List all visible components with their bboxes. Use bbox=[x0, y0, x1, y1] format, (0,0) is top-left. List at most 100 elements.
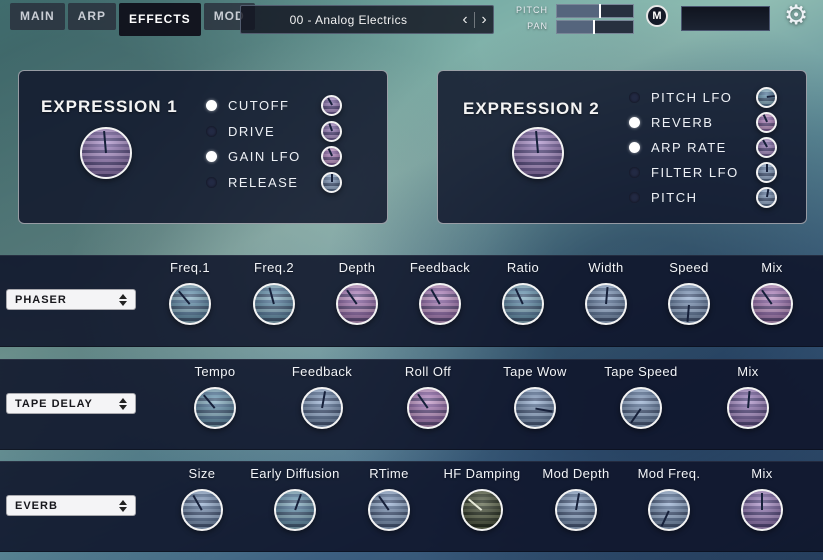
expression-2-panel: EXPRESSION 2 PITCH LFO REVERB ARP RATE F… bbox=[437, 70, 807, 224]
expression-2-knob[interactable] bbox=[512, 127, 564, 179]
tape-wow-knob[interactable] bbox=[514, 387, 556, 429]
knob-label: HF Damping bbox=[435, 466, 529, 481]
mono-button[interactable]: M bbox=[646, 5, 668, 27]
expression-2-item-pitch-lfo[interactable]: PITCH LFO bbox=[629, 85, 777, 109]
expression-2-item-filter-lfo[interactable]: FILTER LFO bbox=[629, 160, 777, 184]
tab-effects[interactable]: EFFECTS bbox=[119, 3, 201, 36]
early-diffusion-knob[interactable] bbox=[274, 489, 316, 531]
effect-select-label: PHASER bbox=[15, 294, 67, 306]
rtime-knob[interactable] bbox=[368, 489, 410, 531]
tape-delay-effect-select[interactable]: TAPE DELAY bbox=[6, 393, 136, 414]
tape-speed-knob[interactable] bbox=[620, 387, 662, 429]
radio-dot[interactable] bbox=[629, 167, 640, 178]
tab-arp[interactable]: ARP bbox=[68, 3, 116, 30]
knob-label: Mod Freq. bbox=[622, 466, 716, 481]
pitch-label: PITCH bbox=[500, 5, 548, 15]
knob-tape-speed: Tape Speed bbox=[591, 364, 691, 429]
filter-lfo-amount-knob[interactable] bbox=[756, 162, 777, 183]
expression-1-item-cutoff[interactable]: CUTOFF bbox=[206, 93, 342, 117]
expression-1-title: EXPRESSION 1 bbox=[41, 97, 178, 117]
pitch-amount-knob[interactable] bbox=[756, 187, 777, 208]
mix-knob[interactable] bbox=[751, 283, 793, 325]
mix-knob[interactable] bbox=[741, 489, 783, 531]
item-label: REVERB bbox=[651, 115, 756, 130]
knob-ratio: Ratio bbox=[481, 260, 565, 325]
knob-hf-damping: HF Damping bbox=[435, 466, 529, 531]
tempo-knob[interactable] bbox=[194, 387, 236, 429]
gear-icon[interactable]: ⚙ bbox=[784, 0, 808, 31]
knob-freq1: Freq.1 bbox=[148, 260, 232, 325]
knob-depth: Depth bbox=[315, 260, 399, 325]
pan-slider[interactable] bbox=[556, 20, 634, 34]
pitch-slider-handle[interactable] bbox=[599, 4, 601, 18]
knob-mix: Mix bbox=[715, 466, 809, 531]
radio-dot[interactable] bbox=[629, 142, 640, 153]
gain-lfo-amount-knob[interactable] bbox=[321, 146, 342, 167]
radio-dot[interactable] bbox=[629, 117, 640, 128]
knob-label: Freq.1 bbox=[148, 260, 232, 275]
pan-slider-handle[interactable] bbox=[593, 20, 595, 34]
pitch-slider[interactable] bbox=[556, 4, 634, 18]
size-knob[interactable] bbox=[181, 489, 223, 531]
arp-rate-amount-knob[interactable] bbox=[756, 137, 777, 158]
expression-1-item-release[interactable]: RELEASE bbox=[206, 170, 342, 194]
pitch-slider-fill bbox=[557, 5, 599, 17]
roll-off-knob[interactable] bbox=[407, 387, 449, 429]
knob-label: Mix bbox=[698, 364, 798, 379]
depth-knob[interactable] bbox=[336, 283, 378, 325]
mod-depth-knob[interactable] bbox=[555, 489, 597, 531]
expression-2-item-pitch[interactable]: PITCH bbox=[629, 185, 777, 209]
expression-1-item-gain-lfo[interactable]: GAIN LFO bbox=[206, 144, 342, 168]
preset-selector[interactable]: 00 - Analog Electrics ‹ › bbox=[240, 5, 494, 34]
expression-1-knob[interactable] bbox=[80, 127, 132, 179]
expression-2-title: EXPRESSION 2 bbox=[463, 99, 600, 119]
release-amount-knob[interactable] bbox=[321, 172, 342, 193]
radio-dot[interactable] bbox=[206, 126, 217, 137]
phaser-effect-select[interactable]: PHASER bbox=[6, 289, 136, 310]
cutoff-amount-knob[interactable] bbox=[321, 95, 342, 116]
tab-main[interactable]: MAIN bbox=[10, 3, 65, 30]
item-label: GAIN LFO bbox=[228, 149, 321, 164]
freq1-knob[interactable] bbox=[169, 283, 211, 325]
knob-speed: Speed bbox=[647, 260, 731, 325]
expression-2-item-reverb[interactable]: REVERB bbox=[629, 110, 777, 134]
radio-dot[interactable] bbox=[206, 100, 217, 111]
radio-dot[interactable] bbox=[629, 92, 640, 103]
hf-damping-knob[interactable] bbox=[461, 489, 503, 531]
expression-1-panel: EXPRESSION 1 CUTOFF DRIVE GAIN LFO RELEA… bbox=[18, 70, 388, 224]
knob-label: Mod Depth bbox=[529, 466, 623, 481]
expression-1-item-drive[interactable]: DRIVE bbox=[206, 119, 342, 143]
everb-effect-select[interactable]: EVERB bbox=[6, 495, 136, 516]
freq2-knob[interactable] bbox=[253, 283, 295, 325]
mod-freq-knob[interactable] bbox=[648, 489, 690, 531]
knob-label: Freq.2 bbox=[232, 260, 316, 275]
knob-label: Early Diffusion bbox=[248, 466, 342, 481]
knob-label: Feedback bbox=[272, 364, 372, 379]
speed-knob[interactable] bbox=[668, 283, 710, 325]
drive-amount-knob[interactable] bbox=[321, 121, 342, 142]
select-arrows-icon bbox=[119, 398, 127, 410]
knob-label: RTime bbox=[342, 466, 436, 481]
width-knob[interactable] bbox=[585, 283, 627, 325]
reverb-amount-knob[interactable] bbox=[756, 112, 777, 133]
preset-next-button[interactable]: › bbox=[475, 7, 493, 32]
expression-2-item-arp-rate[interactable]: ARP RATE bbox=[629, 135, 777, 159]
radio-dot[interactable] bbox=[206, 177, 217, 188]
preset-name: 00 - Analog Electrics bbox=[241, 13, 456, 27]
radio-dot[interactable] bbox=[629, 192, 640, 203]
feedback-knob[interactable] bbox=[419, 283, 461, 325]
knob-label: Mix bbox=[715, 466, 809, 481]
feedback-knob[interactable] bbox=[301, 387, 343, 429]
knob-label: Size bbox=[155, 466, 249, 481]
preset-prev-button[interactable]: ‹ bbox=[456, 7, 474, 32]
knob-freq2: Freq.2 bbox=[232, 260, 316, 325]
knob-mod-freq: Mod Freq. bbox=[622, 466, 716, 531]
pitch-lfo-amount-knob[interactable] bbox=[756, 87, 777, 108]
knob-label: Mix bbox=[730, 260, 814, 275]
knob-tape-wow: Tape Wow bbox=[485, 364, 585, 429]
knob-label: Width bbox=[564, 260, 648, 275]
radio-dot[interactable] bbox=[206, 151, 217, 162]
mix-knob[interactable] bbox=[727, 387, 769, 429]
tab-bar: MAIN ARP EFFECTS MOD bbox=[10, 3, 255, 36]
ratio-knob[interactable] bbox=[502, 283, 544, 325]
